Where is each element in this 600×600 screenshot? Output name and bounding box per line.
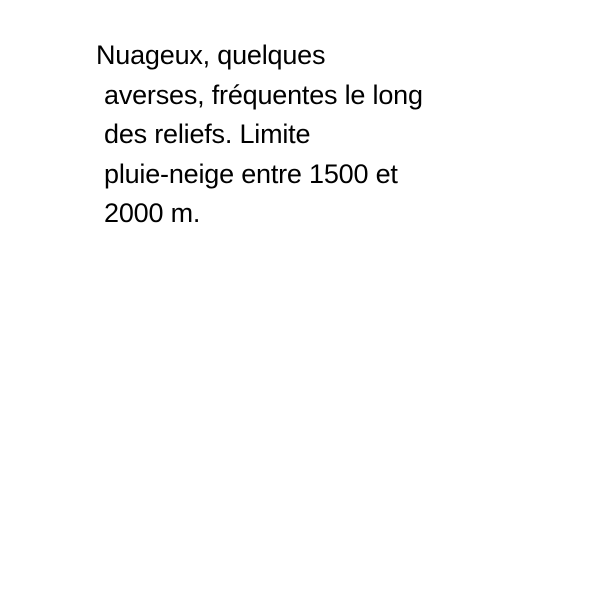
forecast-line-5: 2000 m. xyxy=(104,198,201,228)
forecast-text-block: Nuageux, quelques averses, fréquentes le… xyxy=(96,36,526,234)
forecast-line-2: averses, fréquentes le long xyxy=(104,79,423,110)
forecast-line-4: pluie-neige entre 1500 et xyxy=(104,158,398,189)
forecast-line-1: Nuageux, quelques xyxy=(96,40,326,70)
canvas: Nuageux, quelques averses, fréquentes le… xyxy=(0,0,600,600)
forecast-line-3: des reliefs. Limite xyxy=(104,119,311,149)
